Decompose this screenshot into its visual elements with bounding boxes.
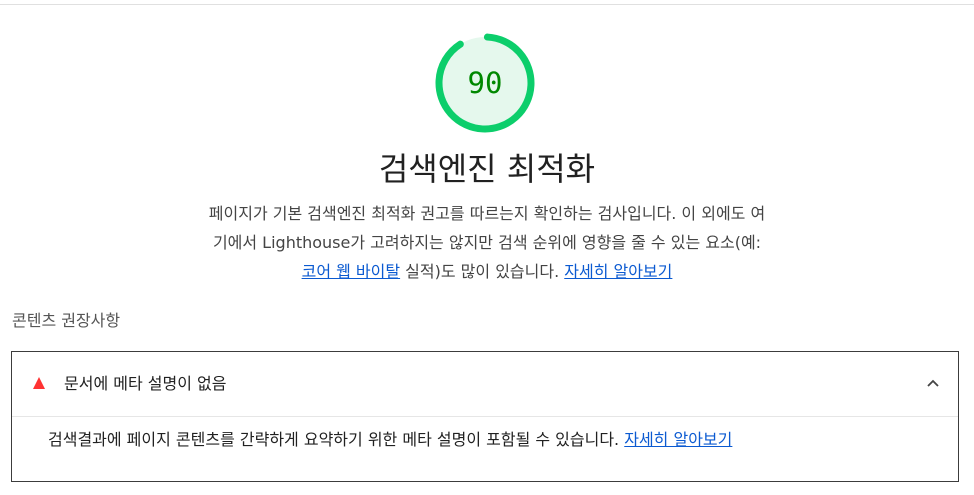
category-description-text-2: 실적)도 많이 있습니다. bbox=[400, 262, 565, 281]
audit-learn-more-link[interactable]: 자세히 알아보기 bbox=[624, 430, 732, 449]
fail-triangle-icon bbox=[33, 377, 45, 389]
chevron-up-icon[interactable] bbox=[926, 376, 940, 390]
category-title: 검색엔진 최적화 bbox=[378, 150, 596, 188]
learn-more-link[interactable]: 자세히 알아보기 bbox=[564, 262, 672, 281]
audit-meta-description: 문서에 메타 설명이 없음 검색결과에 페이지 콘텐츠를 간략하게 요약하기 위… bbox=[11, 351, 959, 482]
score-gauge: 90 bbox=[434, 32, 536, 134]
audit-header[interactable]: 문서에 메타 설명이 없음 bbox=[12, 352, 958, 417]
core-web-vitals-link[interactable]: 코어 웹 바이탈 bbox=[302, 262, 401, 281]
group-title: 콘텐츠 권장사항 bbox=[12, 311, 121, 330]
category-description-text: 페이지가 기본 검색엔진 최적화 권고를 따르는지 확인하는 검사입니다. 이 … bbox=[208, 204, 766, 252]
audit-description-text: 검색결과에 페이지 콘텐츠를 간략하게 요약하기 위한 메타 설명이 포함될 수… bbox=[48, 430, 625, 449]
category-description: 페이지가 기본 검색엔진 최적화 권고를 따르는지 확인하는 검사입니다. 이 … bbox=[204, 199, 770, 286]
audit-description: 검색결과에 페이지 콘텐츠를 간략하게 요약하기 위한 메타 설명이 포함될 수… bbox=[48, 427, 732, 453]
audit-title: 문서에 메타 설명이 없음 bbox=[64, 374, 227, 393]
gauge-score: 90 bbox=[467, 66, 503, 100]
top-divider bbox=[0, 4, 974, 5]
